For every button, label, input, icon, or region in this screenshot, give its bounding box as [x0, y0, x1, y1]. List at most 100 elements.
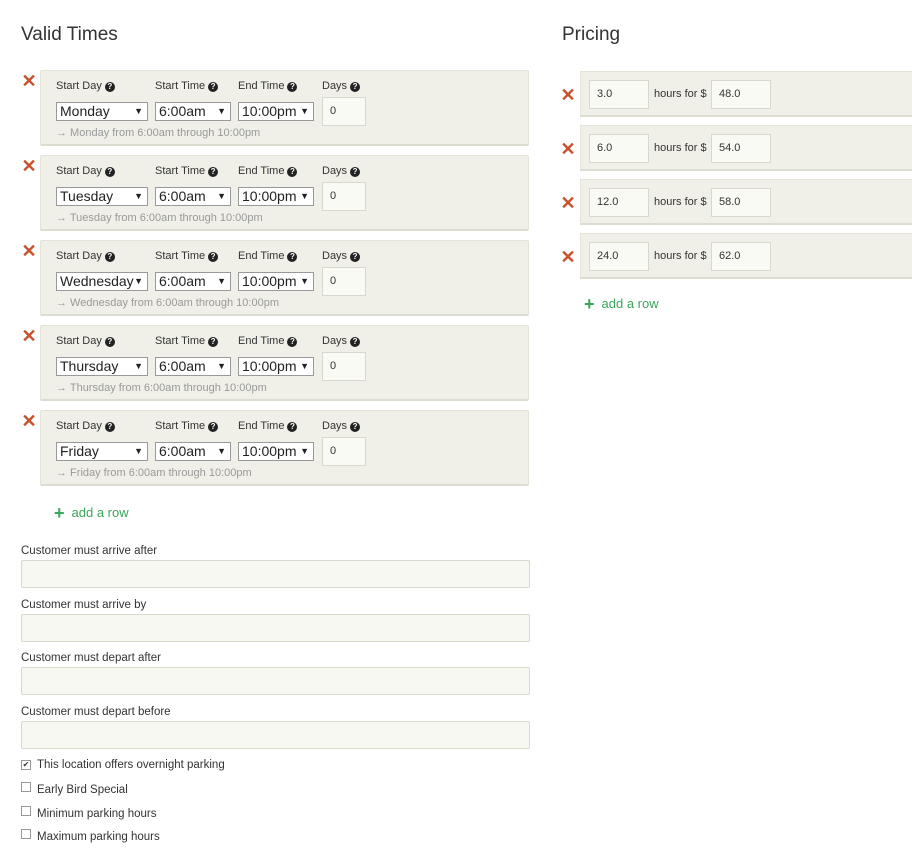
start-day-label: Start Day?: [56, 250, 115, 262]
start-time-select[interactable]: 6:00am ▼: [155, 442, 231, 461]
help-icon[interactable]: ?: [208, 167, 219, 177]
help-icon[interactable]: ?: [287, 422, 298, 432]
dropdown-arrow-icon: ▼: [217, 276, 226, 286]
help-icon[interactable]: ?: [208, 82, 219, 92]
days-input[interactable]: 0: [322, 267, 366, 296]
start-day-label: Start Day?: [56, 420, 115, 432]
valid-times-title: Valid Times: [21, 24, 118, 45]
delete-row-icon[interactable]: ✕: [21, 412, 37, 430]
help-icon[interactable]: ?: [104, 337, 115, 347]
row-summary: → Thursday from 6:00am through 10:00pm: [56, 382, 267, 394]
help-icon[interactable]: ?: [104, 252, 115, 262]
help-icon[interactable]: ?: [287, 82, 298, 92]
dropdown-arrow-icon: ▼: [217, 361, 226, 371]
option-label: Minimum parking hours: [37, 807, 157, 820]
help-icon[interactable]: ?: [208, 422, 219, 432]
constraint-input[interactable]: [21, 560, 530, 588]
start-day-select[interactable]: Thursday ▼: [56, 357, 148, 376]
delete-price-row-icon[interactable]: ✕: [560, 194, 576, 212]
delete-row-icon[interactable]: ✕: [21, 242, 37, 260]
help-icon[interactable]: ?: [287, 337, 298, 347]
help-icon[interactable]: ?: [287, 252, 298, 262]
start-time-label: Start Time?: [155, 250, 219, 262]
end-time-select[interactable]: 10:00pm ▼: [238, 272, 314, 291]
dropdown-arrow-icon: ▼: [300, 191, 309, 201]
constraint-input[interactable]: [21, 613, 530, 642]
dropdown-arrow-icon: ▼: [217, 191, 226, 201]
price-input[interactable]: 48.0: [711, 80, 771, 109]
row-summary: → Tuesday from 6:00am through 10:00pm: [56, 212, 263, 224]
row-summary: → Monday from 6:00am through 10:00pm: [56, 127, 261, 139]
pricing-row: 6.0 hours for $ 54.0: [580, 125, 912, 171]
option-checkbox[interactable]: [21, 828, 31, 839]
delete-row-icon[interactable]: ✕: [21, 327, 37, 345]
option-checkbox[interactable]: [21, 805, 31, 816]
days-label: Days?: [322, 250, 361, 262]
delete-row-icon[interactable]: ✕: [21, 72, 37, 90]
end-time-select[interactable]: 10:00pm ▼: [238, 442, 314, 461]
add-row-label: add a row: [71, 505, 129, 520]
hours-for-label: hours for $: [654, 142, 707, 154]
delete-row-icon[interactable]: ✕: [21, 157, 37, 175]
hours-input[interactable]: 12.0: [589, 188, 649, 217]
delete-price-row-icon[interactable]: ✕: [560, 140, 576, 158]
add-pricing-row-button[interactable]: + add a row: [584, 294, 659, 315]
dropdown-arrow-icon: ▼: [300, 106, 309, 116]
start-time-select[interactable]: 6:00am ▼: [155, 357, 231, 376]
help-icon[interactable]: ?: [350, 252, 361, 262]
end-time-label: End Time?: [238, 250, 298, 262]
constraint-label: Customer must depart after: [21, 652, 161, 664]
price-input[interactable]: 62.0: [711, 242, 771, 271]
hours-input[interactable]: 24.0: [589, 242, 649, 271]
help-icon[interactable]: ?: [350, 422, 361, 432]
dropdown-arrow-icon: ▼: [134, 361, 143, 371]
start-day-select[interactable]: Monday ▼: [56, 102, 148, 121]
price-input[interactable]: 54.0: [711, 134, 771, 163]
start-time-label: Start Time?: [155, 335, 219, 347]
help-icon[interactable]: ?: [208, 337, 219, 347]
start-time-select[interactable]: 6:00am ▼: [155, 102, 231, 121]
end-time-label: End Time?: [238, 335, 298, 347]
days-input[interactable]: 0: [322, 182, 366, 211]
days-input[interactable]: 0: [322, 352, 366, 381]
help-icon[interactable]: ?: [104, 422, 115, 432]
end-time-select[interactable]: 10:00pm ▼: [238, 187, 314, 206]
help-icon[interactable]: ?: [350, 167, 361, 177]
start-time-label: Start Time?: [155, 80, 219, 92]
help-icon[interactable]: ?: [104, 167, 115, 177]
constraint-input[interactable]: [21, 720, 530, 749]
start-time-select[interactable]: 6:00am ▼: [155, 187, 231, 206]
days-label: Days?: [322, 335, 361, 347]
help-icon[interactable]: ?: [208, 252, 219, 262]
constraint-label: Customer must arrive by: [21, 598, 147, 611]
days-input[interactable]: 0: [322, 97, 366, 126]
option-checkbox[interactable]: ✔: [21, 760, 31, 770]
dropdown-arrow-icon: ▼: [300, 361, 309, 371]
help-icon[interactable]: ?: [104, 82, 115, 92]
pricing-row: 3.0 hours for $ 48.0: [580, 71, 912, 117]
days-label: Days?: [322, 80, 361, 92]
help-icon[interactable]: ?: [287, 167, 298, 177]
hours-input[interactable]: 3.0: [589, 80, 649, 109]
delete-price-row-icon[interactable]: ✕: [560, 86, 576, 104]
constraint-label: Customer must depart before: [21, 705, 171, 718]
end-time-label: End Time?: [238, 165, 298, 177]
end-time-select[interactable]: 10:00pm ▼: [238, 102, 314, 121]
start-day-select[interactable]: Tuesday ▼: [56, 187, 148, 206]
price-input[interactable]: 58.0: [711, 188, 771, 217]
valid-time-row: Start Day? Start Time? End Time? Days? M…: [40, 70, 529, 146]
delete-price-row-icon[interactable]: ✕: [560, 248, 576, 266]
constraint-input[interactable]: [21, 667, 530, 695]
help-icon[interactable]: ?: [350, 82, 361, 92]
end-time-select[interactable]: 10:00pm ▼: [238, 357, 314, 376]
start-day-select[interactable]: Wednesday ▼: [56, 272, 148, 291]
start-time-select[interactable]: 6:00am ▼: [155, 272, 231, 291]
hours-for-label: hours for $: [654, 196, 707, 208]
add-valid-time-row-button[interactable]: + add a row: [54, 503, 129, 524]
start-day-select[interactable]: Friday ▼: [56, 442, 148, 461]
option-checkbox[interactable]: [21, 782, 31, 793]
days-input[interactable]: 0: [322, 437, 366, 466]
help-icon[interactable]: ?: [350, 337, 361, 347]
hours-input[interactable]: 6.0: [589, 134, 649, 163]
row-summary: → Friday from 6:00am through 10:00pm: [56, 467, 252, 479]
